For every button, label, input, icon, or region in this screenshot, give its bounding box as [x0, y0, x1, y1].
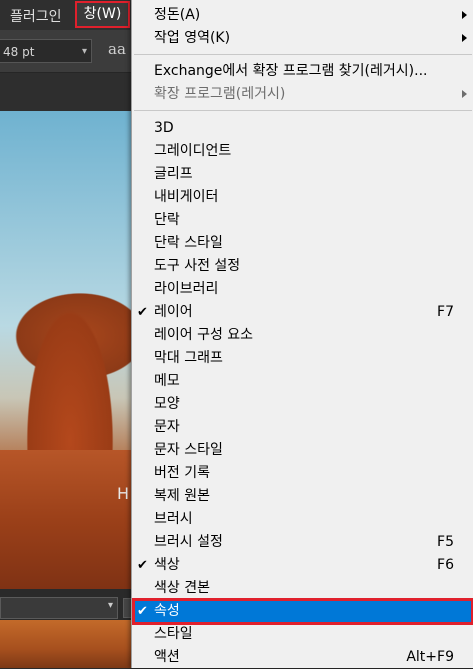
menu-item[interactable]: 문자	[132, 416, 473, 439]
menu-item[interactable]: 모양	[132, 393, 473, 416]
menu-item[interactable]: ✔ 레이어 F7	[132, 301, 473, 324]
menu-item-shortcut: F5	[437, 534, 454, 550]
font-size-value: 48 pt	[3, 45, 35, 59]
menu-item[interactable]: 레이어 구성 요소	[132, 324, 473, 347]
menu-item[interactable]: 액션 Alt+F9	[132, 646, 473, 669]
menu-item-label: 글리프	[154, 166, 193, 182]
menu-item-label: 막대 그래프	[154, 350, 223, 366]
menu-item: 확장 프로그램(레거시)	[132, 83, 473, 106]
menu-item-label: 내비게이터	[154, 189, 219, 205]
menu-item-label: 3D	[154, 120, 174, 136]
chevron-down-icon[interactable]: ▾	[82, 40, 87, 64]
menu-item[interactable]: ✔ 색상 F6	[132, 554, 473, 577]
submenu-arrow-icon	[462, 90, 467, 98]
menu-window[interactable]: 창(W)	[75, 1, 130, 28]
menu-item-label: 버전 기록	[154, 465, 210, 481]
menu-item-label: 단락 스타일	[154, 235, 223, 251]
menu-item[interactable]: 글리프	[132, 163, 473, 186]
menu-item-label: 확장 프로그램(레거시)	[154, 86, 286, 102]
menu-item-label: 도구 사전 설정	[154, 258, 241, 274]
menu-item-label: 브러시 설정	[154, 534, 223, 550]
menu-item-label: 액션	[154, 649, 180, 665]
canvas-image-ground	[0, 620, 135, 668]
menu-item[interactable]: 단락 스타일	[132, 232, 473, 255]
checkmark-icon: ✔	[137, 558, 148, 573]
menu-item-shortcut: F6	[437, 557, 454, 573]
menu-item[interactable]: 3D	[132, 117, 473, 140]
submenu-arrow-icon	[462, 34, 467, 42]
menu-item[interactable]: Exchange에서 확장 프로그램 찾기(레거시)...	[132, 60, 473, 83]
canvas-image-rock	[0, 450, 135, 590]
menu-item-label: 브러시	[154, 511, 193, 527]
chevron-down-icon[interactable]: ▾	[108, 600, 113, 611]
menu-item-shortcut: Alt+F9	[406, 649, 454, 665]
submenu-arrow-icon	[462, 11, 467, 19]
menu-item-label: 문자 스타일	[154, 442, 223, 458]
menu-item[interactable]: 도구 사전 설정	[132, 255, 473, 278]
menu-item[interactable]: 버전 기록	[132, 462, 473, 485]
checkmark-icon: ✔	[137, 604, 148, 619]
menu-item[interactable]: 라이브러리	[132, 278, 473, 301]
menu-item-label: 작업 영역(K)	[154, 30, 231, 46]
menu-item[interactable]: 복제 원본	[132, 485, 473, 508]
menu-item-label: 정돈(A)	[154, 7, 201, 23]
menu-item-label: 스타일	[154, 626, 193, 642]
menu-item-label: 라이브러리	[154, 281, 219, 297]
menu-item-label: 레이어	[154, 304, 193, 320]
menu-item-label: 그레이디언트	[154, 143, 232, 159]
antialias-icon[interactable]: aa	[108, 40, 126, 58]
menu-item[interactable]: 브러시 설정 F5	[132, 531, 473, 554]
menu-item[interactable]: 문자 스타일	[132, 439, 473, 462]
menu-item-label: 색상	[154, 557, 180, 573]
text-cursor: H	[117, 484, 130, 503]
menu-plugins[interactable]: 플러그인	[10, 6, 62, 26]
menu-item[interactable]: 메모	[132, 370, 473, 393]
panel-dropdown[interactable]: ▾	[0, 597, 118, 619]
menu-item-label: 모양	[154, 396, 180, 412]
checkmark-icon: ✔	[137, 305, 148, 320]
menu-item[interactable]: 작업 영역(K)	[132, 27, 473, 50]
menu-item-label: 복제 원본	[154, 488, 210, 504]
menu-item[interactable]: 정돈(A)	[132, 4, 473, 27]
menu-item-label: 메모	[154, 373, 180, 389]
menu-item[interactable]: 브러시	[132, 508, 473, 531]
menu-item[interactable]: ✔ 속성	[132, 598, 473, 625]
menu-item-label: 레이어 구성 요소	[154, 327, 254, 343]
menu-item-label: 색상 견본	[154, 580, 210, 596]
menu-item-shortcut: F7	[437, 304, 454, 320]
menu-item[interactable]: 내비게이터	[132, 186, 473, 209]
menu-item-label: Exchange에서 확장 프로그램 찾기(레거시)...	[154, 63, 428, 79]
menu-item[interactable]: 막대 그래프	[132, 347, 473, 370]
menu-item[interactable]: 그레이디언트	[132, 140, 473, 163]
menu-item-label: 단락	[154, 212, 180, 228]
font-size-field[interactable]: 48 pt ▾	[0, 39, 92, 63]
menu-item[interactable]: 단락	[132, 209, 473, 232]
menu-separator	[134, 54, 472, 55]
menu-item-label: 문자	[154, 419, 180, 435]
menu-separator	[134, 110, 472, 111]
window-dropdown-menu: 정돈(A) 작업 영역(K) Exchange에서 확장 프로그램 찾기(레거시).…	[131, 0, 473, 668]
menu-item[interactable]: 스타일	[132, 623, 473, 646]
menu-item-label: 속성	[154, 603, 180, 619]
menu-item[interactable]: 색상 견본	[132, 577, 473, 600]
